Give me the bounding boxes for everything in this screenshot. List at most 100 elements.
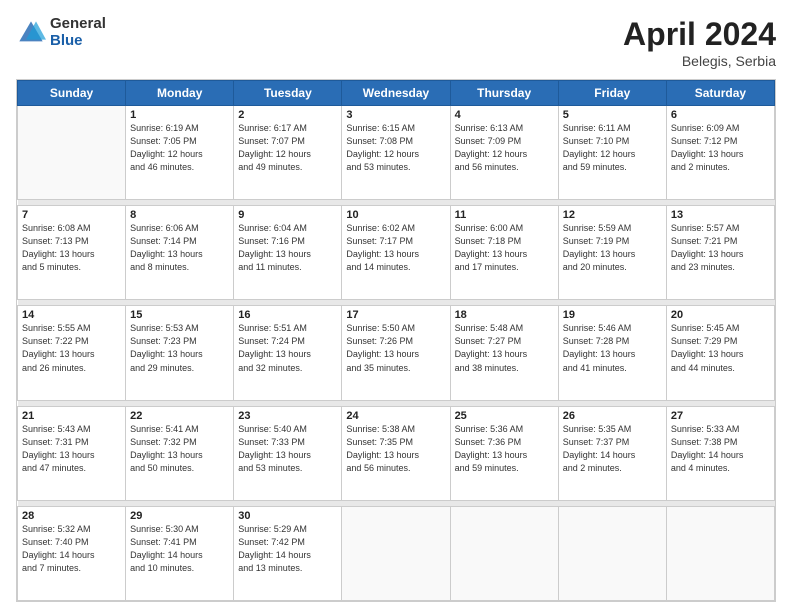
- day-info: Sunrise: 6:09 AM Sunset: 7:12 PM Dayligh…: [671, 122, 770, 174]
- calendar-day-cell: 11Sunrise: 6:00 AM Sunset: 7:18 PM Dayli…: [450, 206, 558, 300]
- calendar-day-cell: 15Sunrise: 5:53 AM Sunset: 7:23 PM Dayli…: [126, 306, 234, 400]
- day-number: 13: [671, 209, 770, 221]
- header: General Blue April 2024 Belegis, Serbia: [16, 16, 776, 69]
- calendar-day-cell: 23Sunrise: 5:40 AM Sunset: 7:33 PM Dayli…: [234, 406, 342, 500]
- calendar-day-cell: 10Sunrise: 6:02 AM Sunset: 7:17 PM Dayli…: [342, 206, 450, 300]
- day-info: Sunrise: 5:38 AM Sunset: 7:35 PM Dayligh…: [346, 423, 445, 475]
- calendar-day-cell: 17Sunrise: 5:50 AM Sunset: 7:26 PM Dayli…: [342, 306, 450, 400]
- day-info: Sunrise: 5:30 AM Sunset: 7:41 PM Dayligh…: [130, 523, 229, 575]
- weekday-header-row: SundayMondayTuesdayWednesdayThursdayFrid…: [18, 81, 775, 106]
- calendar-day-cell: [558, 506, 666, 600]
- day-number: 20: [671, 309, 770, 321]
- day-number: 16: [238, 309, 337, 321]
- calendar-day-cell: 1Sunrise: 6:19 AM Sunset: 7:05 PM Daylig…: [126, 106, 234, 200]
- calendar-day-cell: 12Sunrise: 5:59 AM Sunset: 7:19 PM Dayli…: [558, 206, 666, 300]
- day-info: Sunrise: 5:55 AM Sunset: 7:22 PM Dayligh…: [22, 322, 121, 374]
- day-info: Sunrise: 5:48 AM Sunset: 7:27 PM Dayligh…: [455, 322, 554, 374]
- calendar-day-cell: [666, 506, 774, 600]
- day-number: 26: [563, 410, 662, 422]
- calendar-day-cell: 3Sunrise: 6:15 AM Sunset: 7:08 PM Daylig…: [342, 106, 450, 200]
- calendar-day-cell: 24Sunrise: 5:38 AM Sunset: 7:35 PM Dayli…: [342, 406, 450, 500]
- calendar-day-cell: [18, 106, 126, 200]
- day-number: 29: [130, 510, 229, 522]
- day-info: Sunrise: 5:46 AM Sunset: 7:28 PM Dayligh…: [563, 322, 662, 374]
- calendar-day-cell: 22Sunrise: 5:41 AM Sunset: 7:32 PM Dayli…: [126, 406, 234, 500]
- day-info: Sunrise: 6:06 AM Sunset: 7:14 PM Dayligh…: [130, 222, 229, 274]
- calendar-day-cell: 27Sunrise: 5:33 AM Sunset: 7:38 PM Dayli…: [666, 406, 774, 500]
- weekday-header-tuesday: Tuesday: [234, 81, 342, 106]
- day-number: 28: [22, 510, 121, 522]
- day-info: Sunrise: 6:00 AM Sunset: 7:18 PM Dayligh…: [455, 222, 554, 274]
- day-number: 3: [346, 109, 445, 121]
- day-number: 1: [130, 109, 229, 121]
- day-number: 30: [238, 510, 337, 522]
- calendar-day-cell: 30Sunrise: 5:29 AM Sunset: 7:42 PM Dayli…: [234, 506, 342, 600]
- logo-text: General Blue: [50, 16, 106, 49]
- month-year-title: April 2024: [623, 16, 776, 53]
- day-number: 23: [238, 410, 337, 422]
- calendar-body: 1Sunrise: 6:19 AM Sunset: 7:05 PM Daylig…: [18, 106, 775, 601]
- day-number: 22: [130, 410, 229, 422]
- day-info: Sunrise: 5:50 AM Sunset: 7:26 PM Dayligh…: [346, 322, 445, 374]
- day-number: 18: [455, 309, 554, 321]
- calendar-week-row: 14Sunrise: 5:55 AM Sunset: 7:22 PM Dayli…: [18, 306, 775, 400]
- day-info: Sunrise: 6:19 AM Sunset: 7:05 PM Dayligh…: [130, 122, 229, 174]
- calendar-day-cell: 6Sunrise: 6:09 AM Sunset: 7:12 PM Daylig…: [666, 106, 774, 200]
- day-info: Sunrise: 5:41 AM Sunset: 7:32 PM Dayligh…: [130, 423, 229, 475]
- calendar-day-cell: 28Sunrise: 5:32 AM Sunset: 7:40 PM Dayli…: [18, 506, 126, 600]
- day-number: 2: [238, 109, 337, 121]
- day-number: 21: [22, 410, 121, 422]
- calendar-day-cell: 20Sunrise: 5:45 AM Sunset: 7:29 PM Dayli…: [666, 306, 774, 400]
- day-info: Sunrise: 6:02 AM Sunset: 7:17 PM Dayligh…: [346, 222, 445, 274]
- day-number: 10: [346, 209, 445, 221]
- day-info: Sunrise: 5:45 AM Sunset: 7:29 PM Dayligh…: [671, 322, 770, 374]
- day-number: 15: [130, 309, 229, 321]
- logo-blue-text: Blue: [50, 33, 106, 50]
- calendar-table: SundayMondayTuesdayWednesdayThursdayFrid…: [17, 80, 775, 601]
- day-number: 24: [346, 410, 445, 422]
- day-info: Sunrise: 5:32 AM Sunset: 7:40 PM Dayligh…: [22, 523, 121, 575]
- weekday-header-saturday: Saturday: [666, 81, 774, 106]
- logo-icon: [16, 18, 46, 48]
- day-number: 14: [22, 309, 121, 321]
- day-info: Sunrise: 5:35 AM Sunset: 7:37 PM Dayligh…: [563, 423, 662, 475]
- day-number: 8: [130, 209, 229, 221]
- day-info: Sunrise: 6:13 AM Sunset: 7:09 PM Dayligh…: [455, 122, 554, 174]
- day-number: 19: [563, 309, 662, 321]
- day-info: Sunrise: 5:51 AM Sunset: 7:24 PM Dayligh…: [238, 322, 337, 374]
- logo: General Blue: [16, 16, 106, 49]
- weekday-header-thursday: Thursday: [450, 81, 558, 106]
- day-info: Sunrise: 6:08 AM Sunset: 7:13 PM Dayligh…: [22, 222, 121, 274]
- day-info: Sunrise: 6:11 AM Sunset: 7:10 PM Dayligh…: [563, 122, 662, 174]
- calendar-day-cell: 21Sunrise: 5:43 AM Sunset: 7:31 PM Dayli…: [18, 406, 126, 500]
- location-subtitle: Belegis, Serbia: [623, 53, 776, 69]
- day-info: Sunrise: 5:43 AM Sunset: 7:31 PM Dayligh…: [22, 423, 121, 475]
- calendar-day-cell: [450, 506, 558, 600]
- day-info: Sunrise: 5:53 AM Sunset: 7:23 PM Dayligh…: [130, 322, 229, 374]
- calendar: SundayMondayTuesdayWednesdayThursdayFrid…: [16, 79, 776, 602]
- day-info: Sunrise: 6:17 AM Sunset: 7:07 PM Dayligh…: [238, 122, 337, 174]
- day-number: 6: [671, 109, 770, 121]
- calendar-week-row: 21Sunrise: 5:43 AM Sunset: 7:31 PM Dayli…: [18, 406, 775, 500]
- calendar-header: SundayMondayTuesdayWednesdayThursdayFrid…: [18, 81, 775, 106]
- calendar-day-cell: 2Sunrise: 6:17 AM Sunset: 7:07 PM Daylig…: [234, 106, 342, 200]
- day-number: 17: [346, 309, 445, 321]
- title-block: April 2024 Belegis, Serbia: [623, 16, 776, 69]
- day-number: 25: [455, 410, 554, 422]
- day-info: Sunrise: 5:57 AM Sunset: 7:21 PM Dayligh…: [671, 222, 770, 274]
- day-number: 7: [22, 209, 121, 221]
- calendar-day-cell: 13Sunrise: 5:57 AM Sunset: 7:21 PM Dayli…: [666, 206, 774, 300]
- day-number: 12: [563, 209, 662, 221]
- day-info: Sunrise: 5:33 AM Sunset: 7:38 PM Dayligh…: [671, 423, 770, 475]
- calendar-day-cell: 14Sunrise: 5:55 AM Sunset: 7:22 PM Dayli…: [18, 306, 126, 400]
- weekday-header-monday: Monday: [126, 81, 234, 106]
- page: General Blue April 2024 Belegis, Serbia …: [0, 0, 792, 612]
- weekday-header-friday: Friday: [558, 81, 666, 106]
- day-info: Sunrise: 5:40 AM Sunset: 7:33 PM Dayligh…: [238, 423, 337, 475]
- weekday-header-wednesday: Wednesday: [342, 81, 450, 106]
- calendar-day-cell: 9Sunrise: 6:04 AM Sunset: 7:16 PM Daylig…: [234, 206, 342, 300]
- calendar-day-cell: 7Sunrise: 6:08 AM Sunset: 7:13 PM Daylig…: [18, 206, 126, 300]
- calendar-day-cell: 5Sunrise: 6:11 AM Sunset: 7:10 PM Daylig…: [558, 106, 666, 200]
- calendar-day-cell: 8Sunrise: 6:06 AM Sunset: 7:14 PM Daylig…: [126, 206, 234, 300]
- day-number: 27: [671, 410, 770, 422]
